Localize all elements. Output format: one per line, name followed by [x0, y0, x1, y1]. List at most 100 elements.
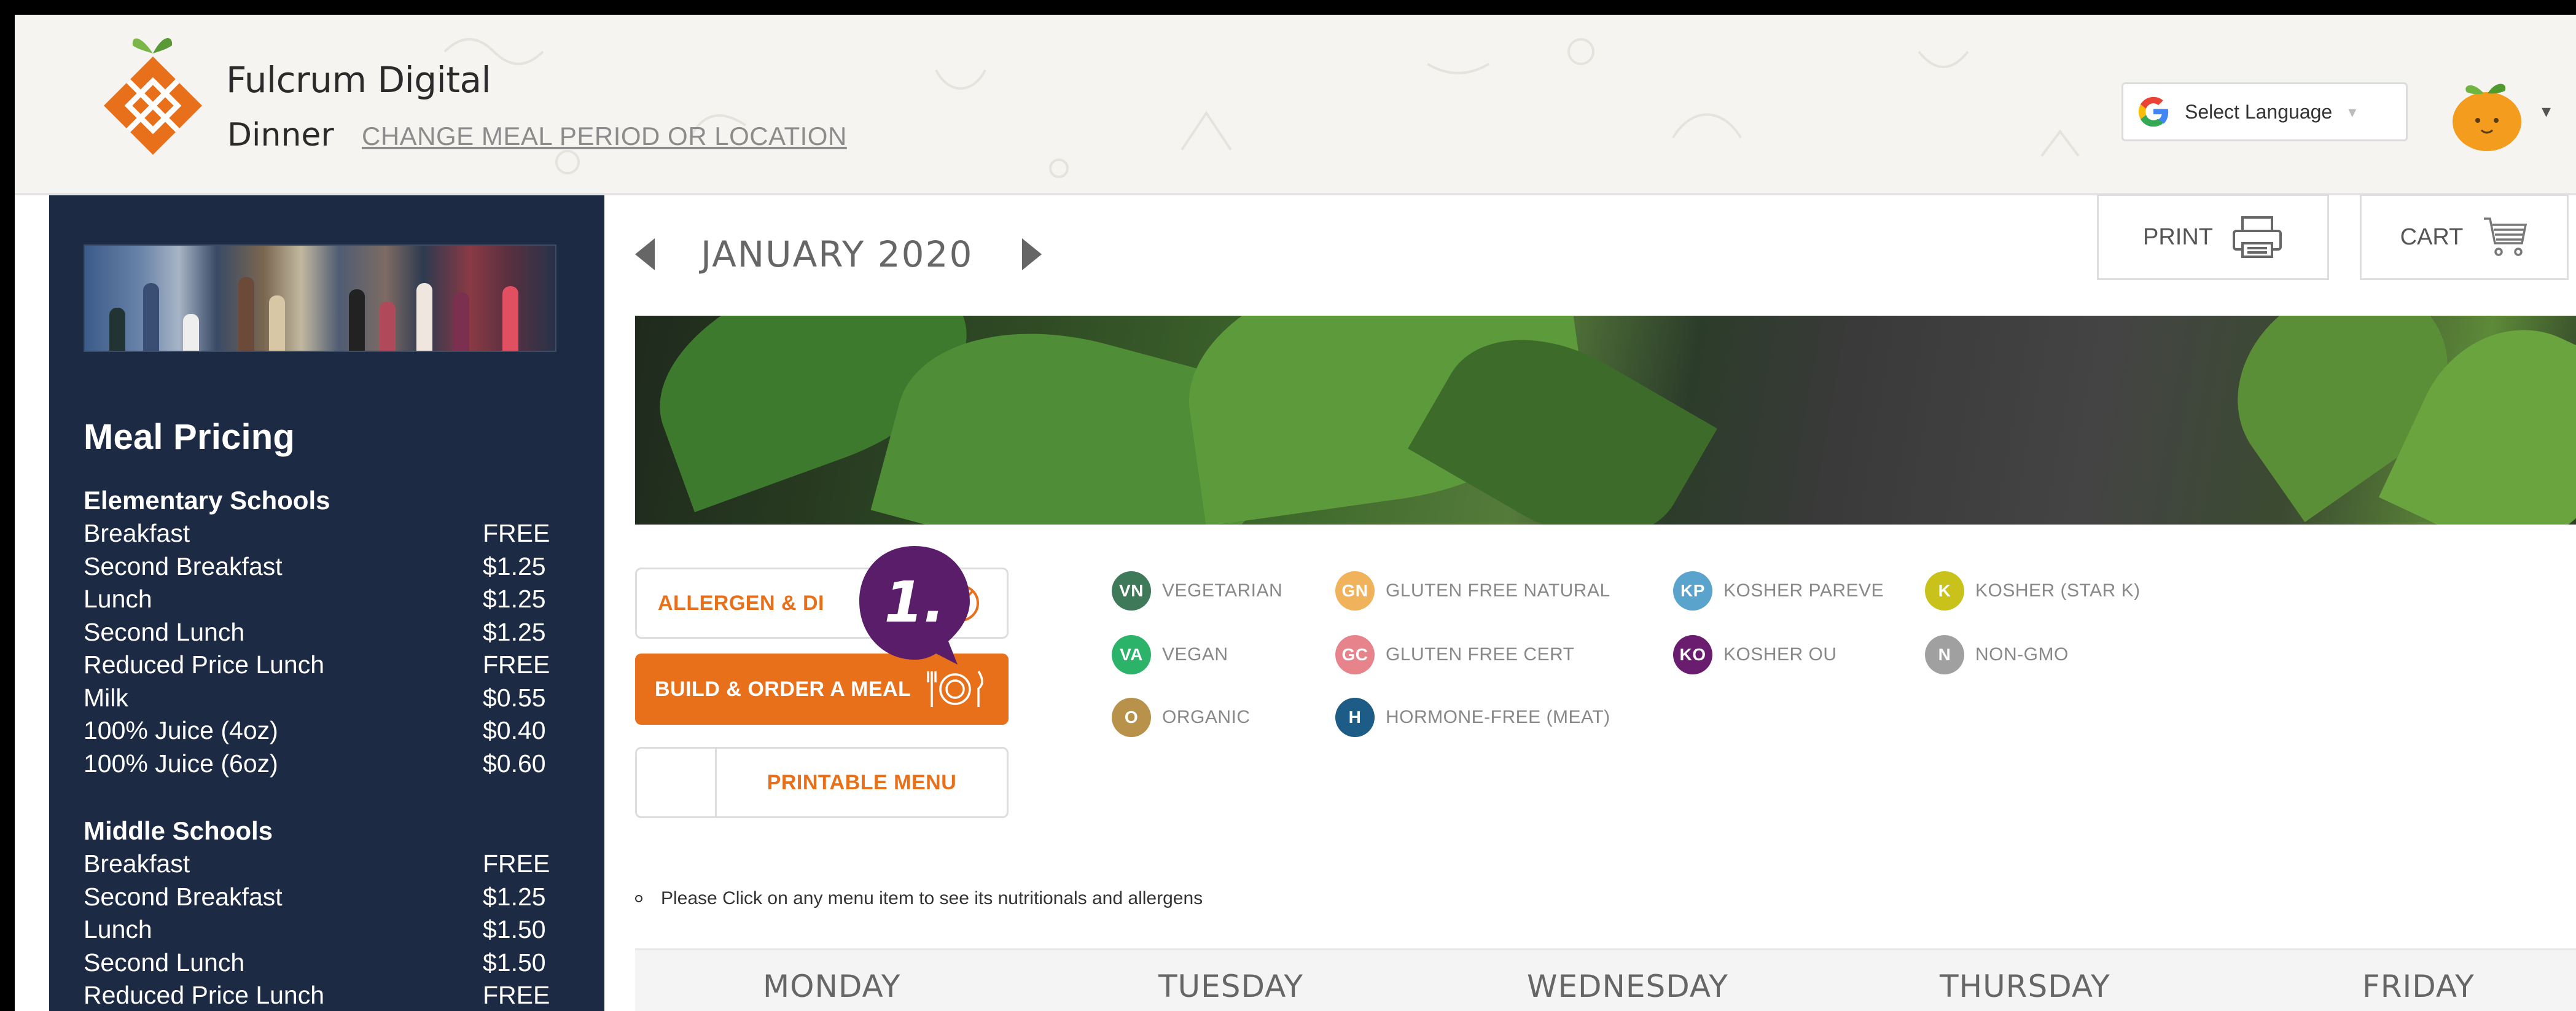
legend-kosher-star-k: K KOSHER (STAR K): [1925, 571, 2141, 611]
price-value: $1.25: [483, 882, 546, 911]
month-label: JANUARY 2020: [701, 233, 974, 275]
legend-badge: KP: [1673, 571, 1712, 611]
app-window: Fulcrum Digital Dinner CHANGE MEAL PERIO…: [15, 15, 2576, 1011]
brand-name: Fulcrum Digital: [226, 59, 491, 101]
elementary-pricing: Elementary Schools Breakfast FREE Second …: [84, 484, 556, 780]
price-value: $1.50: [483, 948, 546, 977]
price-item: Second Lunch: [84, 948, 245, 977]
day-tuesday: TUESDAY: [1158, 969, 1303, 1004]
cart-label: CART: [2400, 224, 2464, 250]
legend-label: KOSHER OU: [1723, 644, 1837, 665]
price-value: $1.25: [483, 585, 546, 613]
price-value: $0.60: [483, 749, 546, 778]
legend-badge: K: [1925, 571, 1964, 611]
legend-vegan: VA VEGAN: [1112, 635, 1228, 674]
language-select[interactable]: Select Language ▾: [2121, 82, 2408, 141]
price-value: FREE: [483, 650, 550, 679]
legend-gluten-free-natural: GN GLUTEN FREE NATURAL: [1335, 571, 1610, 611]
price-item: Second Lunch: [84, 617, 245, 646]
bullet-icon: [635, 895, 642, 902]
avatar-dropdown-icon[interactable]: ▾: [2542, 101, 2551, 122]
printable-menu-button[interactable]: PRINTABLE MENU: [635, 747, 1009, 818]
step-marker-badge: 1.: [859, 546, 970, 665]
price-item: Lunch: [84, 585, 152, 613]
legend-gluten-free-cert: GC GLUTEN FREE CERT: [1335, 635, 1575, 674]
price-value: FREE: [483, 519, 550, 547]
price-item: Second Breakfast: [84, 552, 283, 580]
legend-badge: VA: [1112, 635, 1151, 674]
meal-pricing-title: Meal Pricing: [84, 417, 295, 457]
day-friday: FRIDAY: [2362, 969, 2475, 1004]
price-item: Milk: [84, 683, 128, 712]
legend-kosher-pareve: KP KOSHER PAREVE: [1673, 571, 1884, 611]
price-value: $1.50: [483, 915, 546, 943]
price-item: Reduced Price Lunch: [84, 981, 325, 1009]
hint-text: Please Click on any menu item to see its…: [661, 888, 1203, 908]
price-row: Lunch $1.25: [84, 583, 556, 616]
fulcrum-logo: [104, 37, 202, 155]
cart-button[interactable]: CART: [2360, 194, 2569, 280]
price-value: $0.40: [483, 716, 546, 744]
sidebar: Meal Pricing Elementary Schools Breakfas…: [49, 195, 604, 1011]
legend-label: VEGETARIAN: [1162, 580, 1283, 601]
legend-label: VEGAN: [1162, 644, 1228, 665]
plate-utensils-icon: [927, 671, 984, 707]
legend-label: HORMONE-FREE (MEAT): [1386, 707, 1610, 727]
price-row: Reduced Price Lunch FREE: [84, 649, 556, 682]
legend-label: GLUTEN FREE NATURAL: [1386, 580, 1610, 601]
change-meal-period-link[interactable]: CHANGE MEAL PERIOD OR LOCATION: [362, 122, 847, 151]
legend-badge: KO: [1673, 635, 1712, 674]
price-value: FREE: [483, 849, 550, 878]
price-item: Reduced Price Lunch: [84, 650, 325, 679]
meal-period-label: Dinner: [227, 117, 334, 154]
section-title: Elementary Schools: [84, 486, 330, 515]
price-item: Lunch: [84, 915, 152, 943]
printable-menu-swatch: [637, 748, 717, 817]
price-row: Second Lunch $1.25: [84, 616, 556, 649]
price-item: Breakfast: [84, 849, 190, 878]
legend-label: ORGANIC: [1162, 707, 1251, 727]
legend-kosher-ou: KO KOSHER OU: [1673, 635, 1837, 674]
price-row: Breakfast FREE: [84, 517, 556, 550]
google-icon: [2138, 96, 2169, 127]
price-row: Milk $0.55: [84, 682, 556, 715]
price-item: Breakfast: [84, 519, 190, 547]
price-item: 100% Juice (4oz): [84, 716, 278, 744]
legend-label: GLUTEN FREE CERT: [1386, 644, 1575, 665]
day-thursday: THURSDAY: [1940, 969, 2110, 1004]
legend-vegetarian: VN VEGETARIAN: [1112, 571, 1282, 611]
site-header: Fulcrum Digital Dinner CHANGE MEAL PERIO…: [15, 15, 2576, 195]
legend-badge: GN: [1335, 571, 1375, 611]
printable-menu-label: PRINTABLE MENU: [767, 770, 957, 794]
legend-badge: VN: [1112, 571, 1151, 611]
next-month-icon[interactable]: [1022, 238, 1042, 270]
middle-school-pricing: Middle Schools Breakfast FREE Second Brea…: [84, 814, 556, 1011]
price-row: Second Lunch $1.50: [84, 947, 556, 980]
legend-hormone-free: H HORMONE-FREE (MEAT): [1335, 698, 1610, 737]
price-row: Lunch $1.50: [84, 913, 556, 947]
allergen-label: ALLERGEN & DI: [658, 591, 824, 615]
print-label: PRINT: [2143, 224, 2213, 250]
legend-label: KOSHER PAREVE: [1723, 580, 1884, 601]
step-marker-text: 1.: [884, 569, 945, 635]
legend-label: KOSHER (STAR K): [1975, 580, 2141, 601]
price-row: Second Breakfast $1.25: [84, 881, 556, 914]
weekday-header: MONDAY TUESDAY WEDNESDAY THURSDAY FRIDAY: [635, 948, 2576, 1011]
price-value: $0.55: [483, 683, 546, 712]
legend-badge: N: [1925, 635, 1964, 674]
legend-badge: O: [1112, 698, 1151, 737]
price-value: $1.25: [483, 552, 546, 580]
price-row: 100% Juice (6oz) $0.60: [84, 748, 556, 781]
price-row: Reduced Price Lunch FREE: [84, 979, 556, 1011]
price-row: Second Breakfast $1.25: [84, 550, 556, 584]
menu-hint: Please Click on any menu item to see its…: [635, 888, 1203, 909]
user-avatar[interactable]: [2447, 74, 2527, 154]
legend-non-gmo: N NON-GMO: [1925, 635, 2069, 674]
print-button[interactable]: PRINT: [2097, 194, 2329, 280]
prev-month-icon[interactable]: [635, 238, 655, 270]
price-item: 100% Juice (6oz): [84, 749, 278, 778]
month-navigator: JANUARY 2020: [635, 224, 1042, 285]
legend-badge: H: [1335, 698, 1375, 737]
legend-badge: GC: [1335, 635, 1375, 674]
price-row: Breakfast FREE: [84, 848, 556, 881]
